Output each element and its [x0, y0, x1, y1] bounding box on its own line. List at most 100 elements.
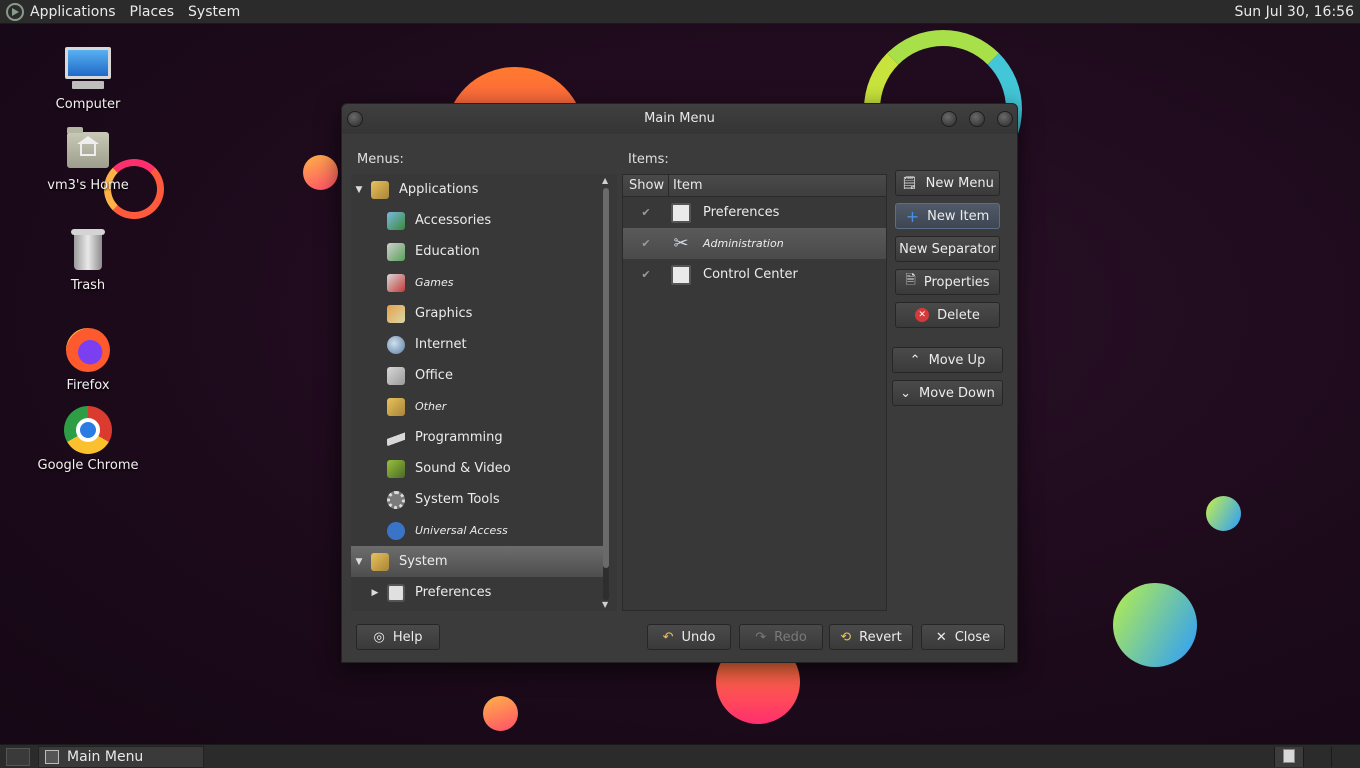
menu-places[interactable]: Places — [130, 4, 175, 20]
items-header: Show Item — [623, 175, 886, 197]
revert-icon: ⟲ — [840, 629, 852, 645]
show-desktop-icon[interactable] — [6, 747, 30, 766]
tree-item-accessories[interactable]: Accessories — [351, 205, 603, 236]
distro-logo-icon[interactable] — [6, 2, 24, 21]
tree-item-sound-video[interactable]: Sound & Video — [351, 453, 603, 484]
scroll-down-icon[interactable]: ▼ — [602, 600, 608, 609]
redo-button[interactable]: ↷ Redo — [739, 624, 823, 650]
home-folder-icon — [64, 126, 112, 174]
desktop-icon-label: Trash — [70, 278, 106, 293]
tree-item-label: System Tools — [415, 492, 500, 507]
expander-down-icon[interactable]: ▼ — [351, 557, 367, 567]
desktop-icon-label: vm3's Home — [47, 178, 129, 193]
internet-icon — [387, 335, 405, 354]
firefox-icon — [64, 326, 112, 374]
show-checkbox[interactable]: ✔ — [623, 268, 669, 281]
new-separator-button[interactable]: New Separator — [895, 236, 1000, 262]
desktop-icon-computer[interactable]: Computer — [28, 45, 148, 112]
tree-item-system[interactable]: ▼ System — [351, 546, 603, 577]
maximize-button[interactable] — [969, 111, 985, 127]
expander-down-icon[interactable]: ▼ — [351, 185, 367, 195]
tree-item-system-tools[interactable]: System Tools — [351, 484, 603, 515]
desktop-icon-firefox[interactable]: Firefox — [28, 326, 148, 393]
tree-item-other[interactable]: Other — [351, 391, 603, 422]
help-button[interactable]: ◎ Help — [356, 624, 440, 650]
applications-icon — [371, 180, 389, 199]
main-menu-app-icon — [45, 749, 59, 764]
window-menu-button[interactable] — [347, 111, 363, 127]
tree-item-education[interactable]: Education — [351, 236, 603, 267]
menus-tree[interactable]: ▼ Applications Accessories Education Gam… — [351, 174, 617, 611]
programming-icon — [387, 428, 405, 447]
administration-tools-icon: ✂ — [673, 232, 689, 254]
top-panel: Applications Places System Sun Jul 30, 1… — [0, 0, 1360, 24]
education-icon — [387, 242, 405, 261]
chrome-icon — [64, 406, 112, 454]
new-menu-icon: 🗒 — [901, 175, 918, 191]
decor-bubble — [1113, 583, 1197, 667]
tree-item-label: Office — [415, 368, 453, 383]
tree-item-internet[interactable]: Internet — [351, 329, 603, 360]
move-up-button[interactable]: ⌃ Move Up — [892, 347, 1003, 373]
close-button[interactable]: ✕ Close — [921, 624, 1005, 650]
workspace-3[interactable] — [1331, 747, 1360, 767]
window-titlebar[interactable]: Main Menu — [342, 104, 1017, 134]
preferences-icon — [671, 202, 691, 223]
minimize-button[interactable] — [941, 111, 957, 127]
close-window-button[interactable] — [997, 111, 1013, 127]
desktop-icon-chrome[interactable]: Google Chrome — [28, 406, 148, 473]
new-menu-button[interactable]: 🗒 New Menu — [895, 170, 1000, 196]
tree-item-games[interactable]: Games — [351, 267, 603, 298]
main-menu-window: Main Menu Menus: Items: ▼ Applications A… — [341, 103, 1018, 663]
column-show-header[interactable]: Show — [623, 175, 669, 196]
scroll-up-icon[interactable]: ▲ — [602, 176, 608, 185]
button-label: Undo — [681, 629, 716, 645]
tree-item-label: Education — [415, 244, 480, 259]
trash-icon — [64, 226, 112, 274]
button-label: Delete — [937, 307, 980, 323]
tree-item-label: Games — [415, 276, 454, 289]
menu-applications[interactable]: Applications — [30, 4, 116, 20]
menus-scrollbar[interactable]: ▲ ▼ — [601, 176, 611, 612]
desktop-icon-trash[interactable]: Trash — [28, 226, 148, 293]
taskbar-item-main-menu[interactable]: Main Menu — [38, 745, 204, 768]
new-item-button[interactable]: + New Item — [895, 203, 1000, 229]
show-checkbox[interactable]: ✔ — [623, 206, 669, 219]
scrollbar-thumb[interactable] — [603, 188, 609, 568]
show-checkbox[interactable]: ✔ — [623, 237, 669, 250]
undo-button[interactable]: ↶ Undo — [647, 624, 731, 650]
menu-system[interactable]: System — [188, 4, 240, 20]
decor-bubble — [483, 696, 518, 731]
workspace-2[interactable] — [1302, 747, 1332, 767]
item-row-administration[interactable]: ✔ ✂ Administration — [623, 228, 886, 259]
tree-item-universal-access[interactable]: Universal Access — [351, 515, 603, 546]
item-label: Preferences — [703, 205, 780, 220]
tree-item-preferences[interactable]: ▶ Preferences — [351, 577, 603, 608]
desktop-icon-label: Google Chrome — [37, 458, 139, 473]
items-label: Items: — [628, 152, 669, 167]
system-icon — [371, 552, 389, 571]
clock[interactable]: Sun Jul 30, 16:56 — [1235, 4, 1355, 20]
items-list[interactable]: Show Item ✔ Preferences ✔ ✂ Administrati… — [622, 174, 887, 611]
move-down-button[interactable]: ⌄ Move Down — [892, 380, 1003, 406]
item-row-control-center[interactable]: ✔ Control Center — [623, 259, 886, 290]
button-label: Close — [954, 629, 991, 645]
games-icon — [387, 273, 405, 292]
arrow-up-icon: ⌃ — [909, 352, 921, 368]
tree-item-programming[interactable]: Programming — [351, 422, 603, 453]
column-item-header[interactable]: Item — [669, 175, 703, 196]
item-row-preferences[interactable]: ✔ Preferences — [623, 197, 886, 228]
workspace-1[interactable] — [1274, 747, 1303, 767]
tree-item-label: Universal Access — [415, 524, 508, 537]
properties-button[interactable]: 🗎 Properties — [895, 269, 1000, 295]
properties-icon: 🗎 — [905, 273, 916, 288]
desktop-icon-home[interactable]: vm3's Home — [28, 126, 148, 193]
revert-button[interactable]: ⟲ Revert — [829, 624, 913, 650]
expander-right-icon[interactable]: ▶ — [367, 588, 383, 598]
delete-button[interactable]: ✕ Delete — [895, 302, 1000, 328]
tree-item-office[interactable]: Office — [351, 360, 603, 391]
tree-item-applications[interactable]: ▼ Applications — [351, 174, 603, 205]
workspace-switcher[interactable] — [1274, 747, 1360, 767]
window-thumbnail — [1282, 749, 1295, 763]
tree-item-graphics[interactable]: Graphics — [351, 298, 603, 329]
